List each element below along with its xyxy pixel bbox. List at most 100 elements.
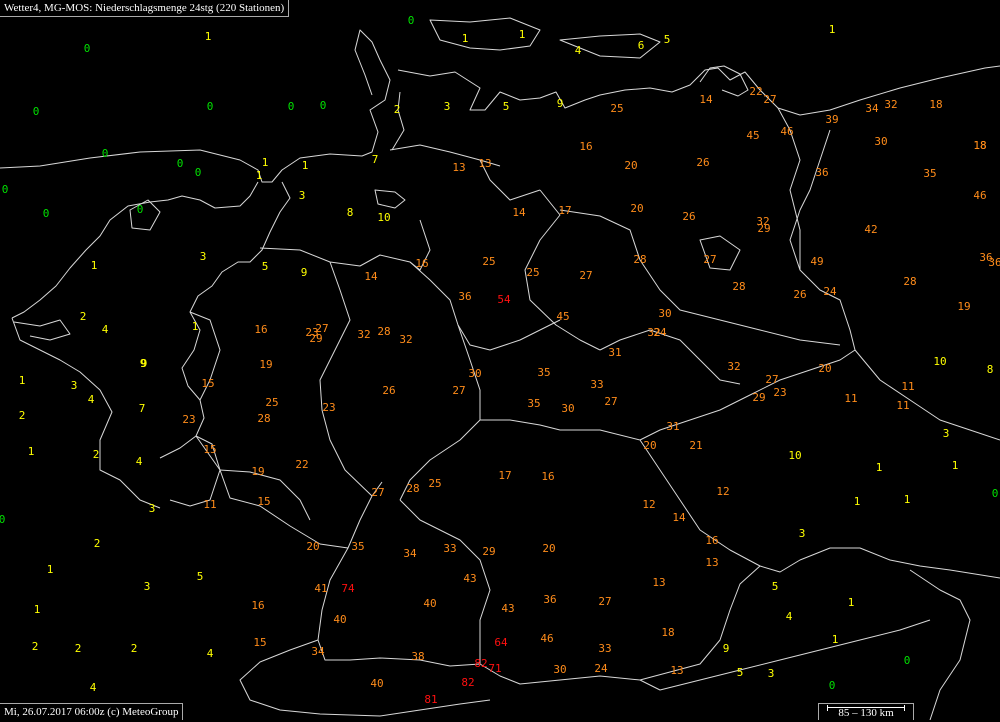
station-value: 19 — [957, 301, 970, 313]
station-value: 3 — [299, 190, 306, 202]
station-value: 0 — [137, 204, 144, 216]
station-value: 10 — [377, 212, 390, 224]
station-value: 16 — [541, 471, 554, 483]
station-value: 40 — [423, 598, 436, 610]
scale-legend: 85 – 130 km — [818, 703, 914, 720]
station-value: 2 — [131, 643, 138, 655]
station-value: 1 — [829, 24, 836, 36]
station-value: 16 — [579, 141, 592, 153]
station-value: 3 — [768, 668, 775, 680]
station-value: 16 — [254, 324, 267, 336]
station-value: 24 — [653, 327, 666, 339]
map-title: Wetter4, MG-MOS: Niederschlagsmenge 24st… — [0, 0, 289, 17]
station-value: 25 — [610, 103, 623, 115]
station-value: 18 — [973, 140, 986, 152]
station-value: 2 — [19, 410, 26, 422]
station-value: 25 — [428, 478, 441, 490]
station-value: 81 — [424, 694, 437, 706]
station-value: 2 — [75, 643, 82, 655]
station-value: 31 — [608, 347, 621, 359]
coastline-rugen — [700, 66, 748, 96]
station-value: 32 — [399, 334, 412, 346]
state-border-2 — [458, 320, 560, 350]
station-value: 20 — [306, 541, 319, 553]
station-value: 1 — [848, 597, 855, 609]
station-value: 0 — [102, 148, 109, 160]
station-value: 30 — [553, 664, 566, 676]
station-value: 3 — [799, 528, 806, 540]
coastline-netherlands — [12, 182, 258, 318]
station-value: 64 — [494, 637, 507, 649]
station-value: 43 — [501, 603, 514, 615]
station-value: 14 — [672, 512, 685, 524]
station-value: 5 — [737, 667, 744, 679]
station-value: 2 — [80, 311, 87, 323]
station-value: 12 — [716, 486, 729, 498]
station-value: 3 — [149, 503, 156, 515]
coastline-north-sea — [0, 30, 390, 182]
station-value: 26 — [793, 289, 806, 301]
station-value: 30 — [561, 403, 574, 415]
station-value: 1 — [462, 33, 469, 45]
station-value: 0 — [904, 655, 911, 667]
station-value: 13 — [670, 665, 683, 677]
station-value: 23 — [322, 402, 335, 414]
border-at-it — [640, 620, 930, 690]
station-value: 20 — [542, 543, 555, 555]
station-value: 28 — [732, 281, 745, 293]
station-value: 40 — [333, 614, 346, 626]
station-value: 0 — [195, 167, 202, 179]
station-value: 13 — [452, 162, 465, 174]
border-cz-at — [640, 440, 760, 566]
station-value: 9 — [557, 98, 564, 110]
country-borders — [0, 0, 1000, 720]
station-value: 1 — [47, 564, 54, 576]
station-value: 16 — [251, 600, 264, 612]
station-value: 17 — [558, 205, 571, 217]
station-value: 20 — [624, 160, 637, 172]
station-value: 4 — [786, 611, 793, 623]
station-value: 36 — [988, 257, 1000, 269]
station-value: 11 — [896, 400, 909, 412]
station-value: 0 — [43, 208, 50, 220]
station-value: 6 — [638, 40, 645, 52]
station-value: 20 — [643, 440, 656, 452]
station-value: 1 — [19, 375, 26, 387]
station-value: 36 — [815, 167, 828, 179]
station-value: 19 — [259, 359, 272, 371]
station-value: 4 — [90, 682, 97, 694]
scale-bar — [827, 707, 905, 708]
station-value: 25 — [482, 256, 495, 268]
station-value: 1 — [904, 494, 911, 506]
station-value: 24 — [823, 286, 836, 298]
station-value: 29 — [757, 223, 770, 235]
station-value: 1 — [34, 604, 41, 616]
station-value: 15 — [253, 637, 266, 649]
border-de-fr — [196, 436, 382, 548]
station-value: 15 — [203, 444, 216, 456]
station-value: 16 — [415, 258, 428, 270]
station-value: 27 — [763, 94, 776, 106]
station-value: 24 — [594, 663, 607, 675]
station-value: 34 — [865, 103, 878, 115]
station-value: 2 — [32, 641, 39, 653]
station-value: 27 — [765, 374, 778, 386]
station-value: 27 — [604, 396, 617, 408]
station-value: 1 — [91, 260, 98, 272]
station-value: 29 — [482, 546, 495, 558]
coastline-zeeland — [14, 320, 70, 340]
station-value: 12 — [642, 499, 655, 511]
station-value: 0 — [33, 106, 40, 118]
station-value: 28 — [257, 413, 270, 425]
station-value: 13 — [652, 577, 665, 589]
station-value: 26 — [682, 211, 695, 223]
station-value: 1 — [876, 462, 883, 474]
station-value: 1 — [205, 31, 212, 43]
state-border-6 — [720, 320, 840, 345]
station-value: 0 — [829, 680, 836, 692]
station-value: 3 — [144, 581, 151, 593]
station-value: 19 — [251, 466, 264, 478]
station-value: 42 — [864, 224, 877, 236]
station-value: 32 — [727, 361, 740, 373]
station-value: 27 — [703, 254, 716, 266]
